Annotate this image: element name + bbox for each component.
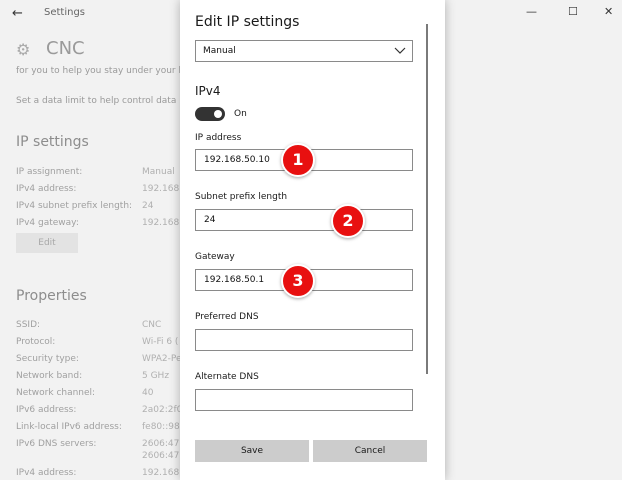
preferred-dns-input[interactable]	[195, 329, 413, 351]
data-limit-text: Set a data limit to help control data us	[16, 96, 190, 106]
ipv4-address-row: IPv4 address: 192.168.5	[16, 184, 188, 194]
toggle-label: On	[234, 109, 247, 119]
properties-heading: Properties	[16, 288, 87, 304]
alternate-dns-label: Alternate DNS	[195, 372, 259, 382]
callout-marker-1: 1	[281, 143, 315, 177]
subnet-prefix-label: Subnet prefix length	[195, 192, 288, 202]
chevron-down-icon	[394, 47, 406, 54]
property-row: Protocol: Wi-Fi 6 (	[16, 337, 179, 347]
edit-ip-settings-dialog: Edit IP settings Manual IPv4 On IP addre…	[180, 0, 445, 480]
ipv4-heading: IPv4	[195, 84, 221, 98]
ip-mode-dropdown[interactable]: Manual	[195, 40, 413, 62]
callout-marker-2: 2	[331, 204, 365, 238]
subnet-row: IPv4 subnet prefix length: 24	[16, 201, 154, 211]
close-icon[interactable]: ✕	[604, 5, 613, 18]
property-row: Link-local IPv6 address: fe80::981	[16, 422, 186, 432]
network-name: CNC	[46, 38, 85, 59]
gateway-label: Gateway	[195, 252, 235, 262]
property-row: Security type: WPA2-Pe	[16, 354, 182, 364]
gear-icon: ⚙	[16, 40, 31, 59]
ip-address-label: IP address	[195, 133, 242, 143]
property-row: SSID: CNC	[16, 320, 162, 330]
property-row: Network channel: 40	[16, 388, 154, 398]
edit-button[interactable]: Edit	[16, 233, 78, 253]
callout-marker-3: 3	[281, 264, 315, 298]
save-button[interactable]: Save	[195, 440, 309, 462]
maximize-icon[interactable]: ☐	[568, 5, 578, 18]
dialog-title: Edit IP settings	[195, 14, 300, 30]
alternate-dns-input[interactable]	[195, 389, 413, 411]
preferred-dns-label: Preferred DNS	[195, 312, 259, 322]
subnet-prefix-input[interactable]	[195, 209, 413, 231]
gateway-row: IPv4 gateway: 192.168.5	[16, 218, 188, 228]
property-row: IPv4 address: 192.168.5	[16, 468, 188, 478]
ip-settings-heading: IP settings	[16, 134, 89, 150]
property-row: IPv6 DNS servers: 2606:470	[16, 439, 186, 449]
cancel-button[interactable]: Cancel	[313, 440, 427, 462]
property-row: IPv6 address: 2a02:2f0	[16, 405, 183, 415]
ip-assignment-row: IP assignment: Manual	[16, 167, 175, 177]
window-title: Settings	[44, 7, 86, 18]
scrollbar[interactable]	[426, 24, 428, 374]
back-arrow-icon[interactable]: ←	[12, 6, 23, 21]
property-row: Network band: 5 GHz	[16, 371, 170, 381]
faded-description: for you to help you stay under your li	[16, 66, 184, 76]
minimize-icon[interactable]: —	[526, 5, 537, 18]
dropdown-value: Manual	[203, 46, 236, 56]
ipv4-toggle[interactable]	[195, 107, 225, 121]
network-header: ⚙ CNC	[16, 38, 85, 59]
